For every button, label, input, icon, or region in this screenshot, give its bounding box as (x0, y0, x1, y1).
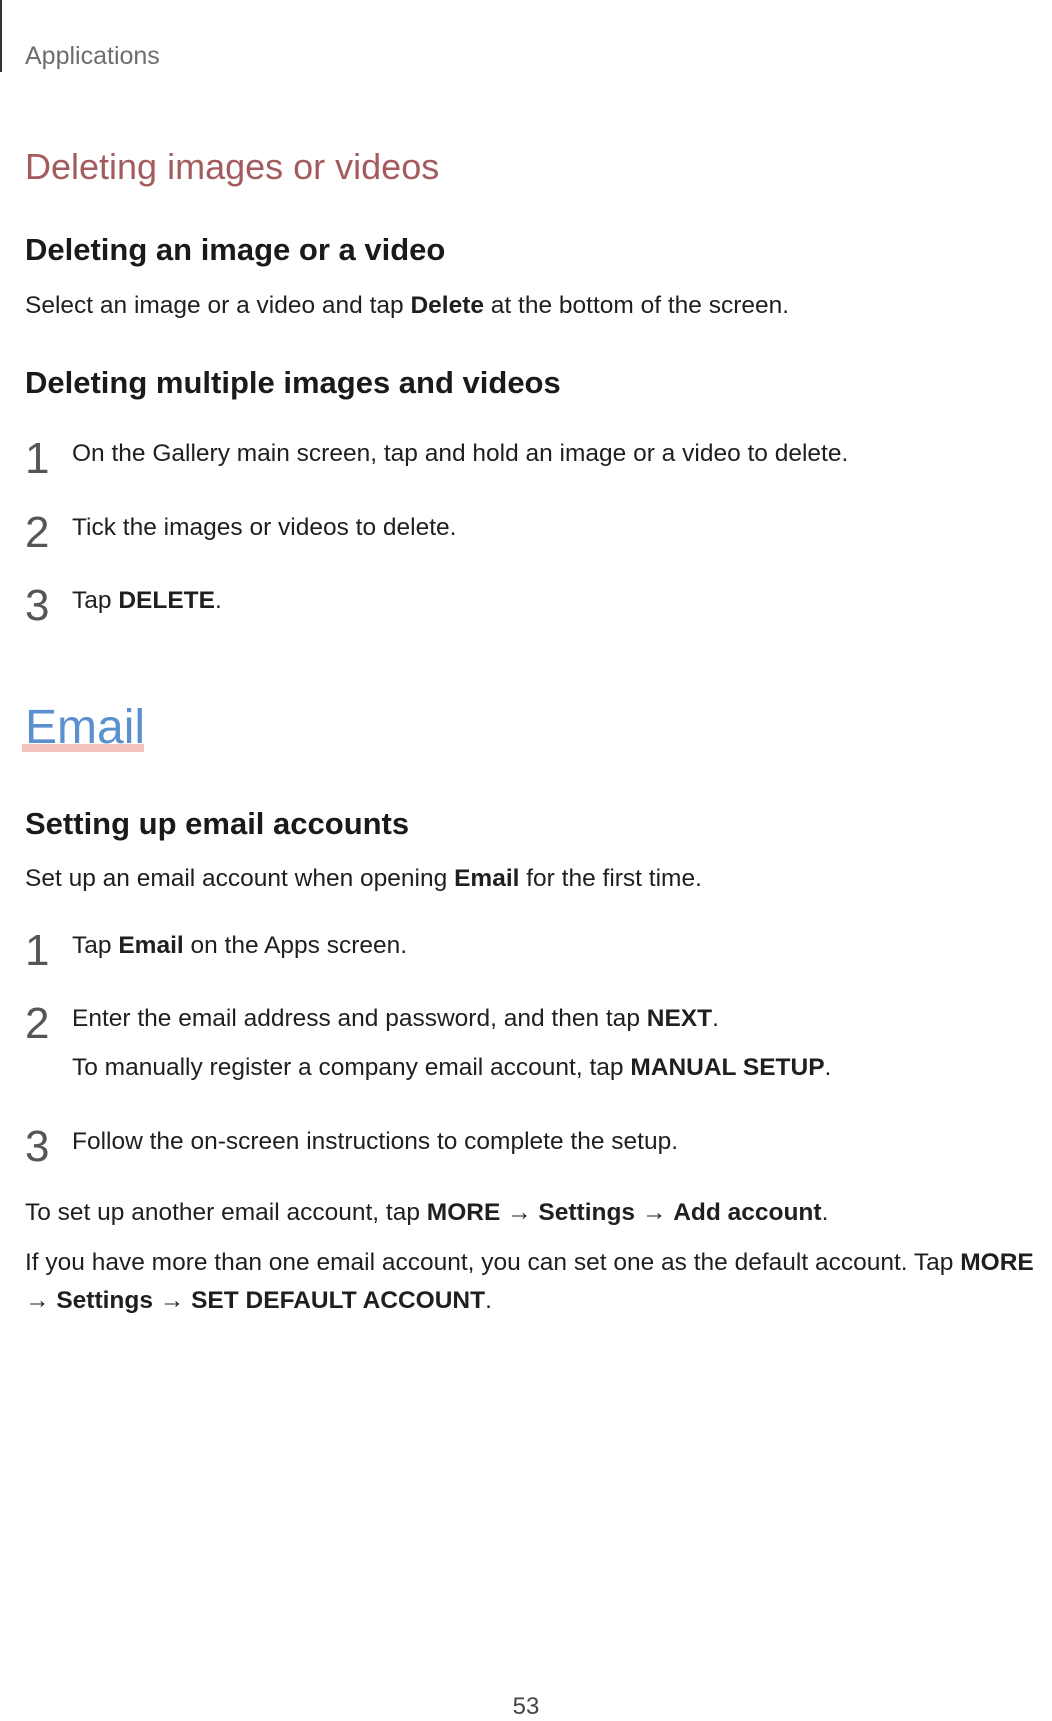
deleting-multiple-heading: Deleting multiple images and videos (25, 365, 561, 400)
email-step-2: 2 Enter the email address and password, … (25, 999, 1045, 1055)
default-account-line-1: If you have more than one email account,… (25, 1249, 1034, 1276)
delete-label: Delete (410, 292, 484, 319)
email-title: Email (25, 701, 146, 754)
page-number: 53 (512, 1693, 540, 1720)
default-account-line-2: → Settings → SET DEFAULT ACCOUNT. (25, 1287, 492, 1314)
email-step-3: 3 Follow the on-screen instructions to c… (25, 1122, 1045, 1178)
email-setup-heading: Setting up email accounts (25, 806, 410, 841)
step-number: 3 (25, 1122, 50, 1171)
manual-page: Applications Deleting images or videos D… (0, 0, 1052, 1720)
deleting-single-text: Select an image or a video and tap Delet… (25, 292, 790, 319)
step-text: Tap Email on the Apps screen. (72, 932, 408, 959)
step-text: Tick the images or videos to delete. (72, 514, 457, 541)
step-number: 1 (25, 434, 50, 483)
another-account-text: To set up another email account, tap MOR… (25, 1199, 829, 1226)
email-step-2-note: To manually register a company email acc… (72, 1054, 832, 1081)
step-text: Tap DELETE. (72, 587, 222, 614)
step-text: Enter the email address and password, an… (72, 1005, 719, 1032)
deleting-title: Deleting images or videos (25, 146, 440, 187)
step-number: 1 (25, 926, 50, 975)
step-text: On the Gallery main screen, tap and hold… (72, 440, 849, 467)
delete-step-2: 2 Tick the images or videos to delete. (25, 508, 1045, 564)
delete-step-3: 3 Tap DELETE. (25, 581, 1045, 637)
step-number: 2 (25, 508, 50, 557)
step-number: 3 (25, 581, 50, 630)
page-edge-line (0, 0, 2, 72)
email-step-1: 1 Tap Email on the Apps screen. (25, 926, 1045, 982)
section-header: Applications (25, 42, 160, 70)
delete-step-1: 1 On the Gallery main screen, tap and ho… (25, 434, 1045, 490)
step-text: Follow the on-screen instructions to com… (72, 1128, 679, 1155)
deleting-single-heading: Deleting an image or a video (25, 232, 446, 267)
step-number: 2 (25, 999, 50, 1048)
email-setup-intro: Set up an email account when opening Ema… (25, 865, 702, 892)
